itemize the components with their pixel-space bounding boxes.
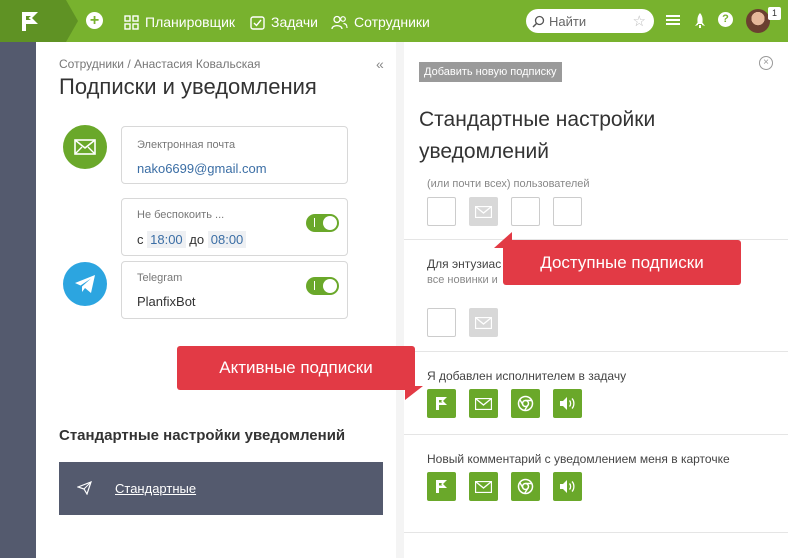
profile-panel: Сотрудники / Анастасия Ковальская « Подп… — [36, 42, 396, 558]
group4-planfix-toggle[interactable] — [427, 472, 456, 501]
group4-browser-toggle[interactable] — [511, 472, 540, 501]
envelope-icon — [475, 316, 492, 329]
rocket-icon[interactable] — [694, 13, 706, 29]
panel-title: Стандартные настройки уведомлений — [419, 108, 656, 163]
telegram-value: PlanfixBot — [137, 294, 196, 309]
nav-employees[interactable]: Сотрудники — [331, 12, 430, 32]
group1-label: (или почти всех) пользователей — [427, 178, 590, 190]
telegram-card: Telegram PlanfixBot — [121, 261, 348, 319]
group1-email-toggle[interactable] — [469, 197, 498, 226]
flag-icon — [436, 480, 447, 493]
telegram-toggle[interactable] — [306, 277, 339, 295]
divider — [404, 351, 788, 352]
collapse-panel-icon[interactable]: « — [376, 56, 384, 72]
dnd-from-word: с — [137, 232, 144, 247]
breadcrumb[interactable]: Сотрудники / Анастасия Ковальская — [59, 57, 260, 71]
group4-email-toggle[interactable] — [469, 472, 498, 501]
group2-label: Для энтузиас — [427, 257, 502, 271]
envelope-icon — [475, 397, 492, 410]
search-input[interactable] — [549, 13, 629, 29]
email-label: Электронная почта — [137, 139, 236, 151]
do-not-disturb-card: Не беспокоить ... с 18:00 до 08:00 — [121, 198, 348, 256]
standard-settings-item[interactable]: Стандартные — [59, 462, 383, 515]
nav-tasks[interactable]: Задачи — [250, 12, 318, 32]
search-icon — [532, 15, 545, 28]
active-subscriptions-callout: Активные подписки — [177, 346, 423, 400]
speaker-icon — [560, 397, 575, 410]
speaker-icon — [560, 480, 575, 493]
chrome-icon — [517, 478, 534, 495]
group4-sound-toggle[interactable] — [553, 472, 582, 501]
available-subscriptions-callout: Доступные подписки — [494, 232, 741, 285]
people-icon — [331, 15, 348, 29]
telegram-channel-icon — [63, 262, 107, 306]
group1-browser-toggle[interactable] — [511, 197, 540, 226]
group3-sound-toggle[interactable] — [553, 389, 582, 418]
available-callout-text: Доступные подписки — [540, 253, 704, 272]
page-title: Подписки и уведомления — [59, 74, 317, 99]
group3-planfix-toggle[interactable] — [427, 389, 456, 418]
group1-sound-toggle[interactable] — [553, 197, 582, 226]
subscriptions-panel: Добавить новую подписку × Стандартные на… — [404, 42, 788, 558]
search-box[interactable]: ☆ — [526, 9, 654, 33]
envelope-icon — [475, 480, 492, 493]
group3-browser-toggle[interactable] — [511, 389, 540, 418]
star-icon[interactable]: ☆ — [633, 12, 646, 30]
add-subscription-button[interactable]: Добавить новую подписку — [419, 62, 562, 82]
dnd-from-time[interactable]: 18:00 — [147, 231, 186, 248]
planfix-logo-icon — [22, 12, 38, 31]
divider — [404, 434, 788, 435]
checkbox-icon — [250, 15, 265, 30]
dnd-to-word: до — [189, 232, 205, 247]
group3-label: Я добавлен исполнителем в задачу — [427, 369, 627, 383]
chrome-icon — [517, 395, 534, 412]
group3-email-toggle[interactable] — [469, 389, 498, 418]
top-bar: + Планировщик Задачи Сотрудники Найти ☆ … — [0, 0, 788, 42]
nav-planner-label: Планировщик — [145, 14, 236, 30]
help-icon[interactable]: ? — [718, 12, 733, 27]
notification-badge: 1 — [768, 7, 781, 20]
group4-label: Новый комментарий с уведомлением меня в … — [427, 452, 730, 466]
dnd-to-time[interactable]: 08:00 — [207, 231, 247, 248]
active-callout-text: Активные подписки — [219, 358, 373, 377]
dnd-label: Не беспокоить ... — [137, 209, 225, 221]
nav-tasks-label: Задачи — [271, 14, 319, 30]
dnd-time-range: с 18:00 до 08:00 — [137, 231, 247, 248]
standard-settings-heading: Стандартные настройки уведомлений — [59, 427, 346, 444]
nav-employees-label: Сотрудники — [354, 14, 430, 30]
nav-planner[interactable]: Планировщик — [124, 12, 235, 32]
standard-settings-link[interactable]: Стандартные — [115, 481, 196, 496]
group2-planfix-toggle[interactable] — [427, 308, 456, 337]
left-sidebar-strip — [0, 42, 36, 558]
flag-icon — [436, 397, 447, 410]
close-icon[interactable]: × — [759, 56, 773, 70]
telegram-icon — [75, 275, 95, 293]
dnd-toggle[interactable] — [306, 214, 339, 232]
paper-plane-icon — [77, 481, 92, 495]
telegram-label: Telegram — [137, 272, 183, 284]
group1-planfix-toggle[interactable] — [427, 197, 456, 226]
logo-button[interactable] — [0, 0, 78, 42]
email-card[interactable]: Электронная почта nako6699@gmail.com — [121, 126, 348, 184]
avatar[interactable] — [746, 9, 770, 33]
divider — [404, 532, 788, 533]
add-new-button[interactable]: + — [86, 12, 103, 29]
email-channel-icon — [63, 125, 107, 169]
email-value[interactable]: nako6699@gmail.com — [137, 161, 267, 176]
envelope-icon — [475, 205, 492, 218]
menu-icon[interactable] — [666, 13, 680, 27]
grid-icon — [124, 14, 139, 30]
envelope-icon — [74, 139, 96, 155]
group2-sublabel: все новинки и — [427, 274, 498, 286]
group2-email-toggle[interactable] — [469, 308, 498, 337]
